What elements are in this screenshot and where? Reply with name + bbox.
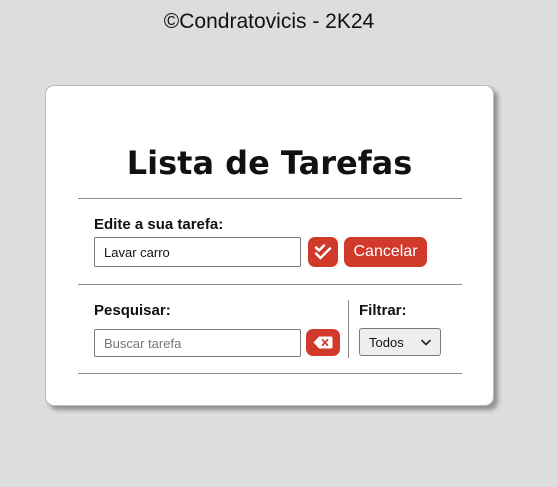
vertical-divider <box>348 300 349 358</box>
page-title: Lista de Tarefas <box>126 144 413 182</box>
divider <box>78 373 462 374</box>
confirm-edit-button[interactable] <box>308 237 338 267</box>
chevron-down-icon <box>421 339 431 345</box>
divider <box>78 284 462 285</box>
edit-task-label: Edite a sua tarefa: <box>94 216 224 233</box>
backspace-icon <box>313 336 333 349</box>
divider <box>78 198 462 199</box>
filter-select[interactable]: Todos <box>359 328 441 356</box>
edit-task-input[interactable] <box>94 237 301 267</box>
cancel-button[interactable]: Cancelar <box>344 237 427 267</box>
filter-selected-value: Todos <box>369 334 404 350</box>
filter-label: Filtrar: <box>359 302 407 319</box>
search-input[interactable] <box>94 329 301 357</box>
todo-card: Lista de Tarefas Edite a sua tarefa: Can… <box>45 85 494 406</box>
double-check-icon <box>314 244 332 260</box>
search-label: Pesquisar: <box>94 302 171 319</box>
clear-search-button[interactable] <box>306 329 340 356</box>
credit-text: ©Condratovicis - 2K24 <box>163 10 375 33</box>
